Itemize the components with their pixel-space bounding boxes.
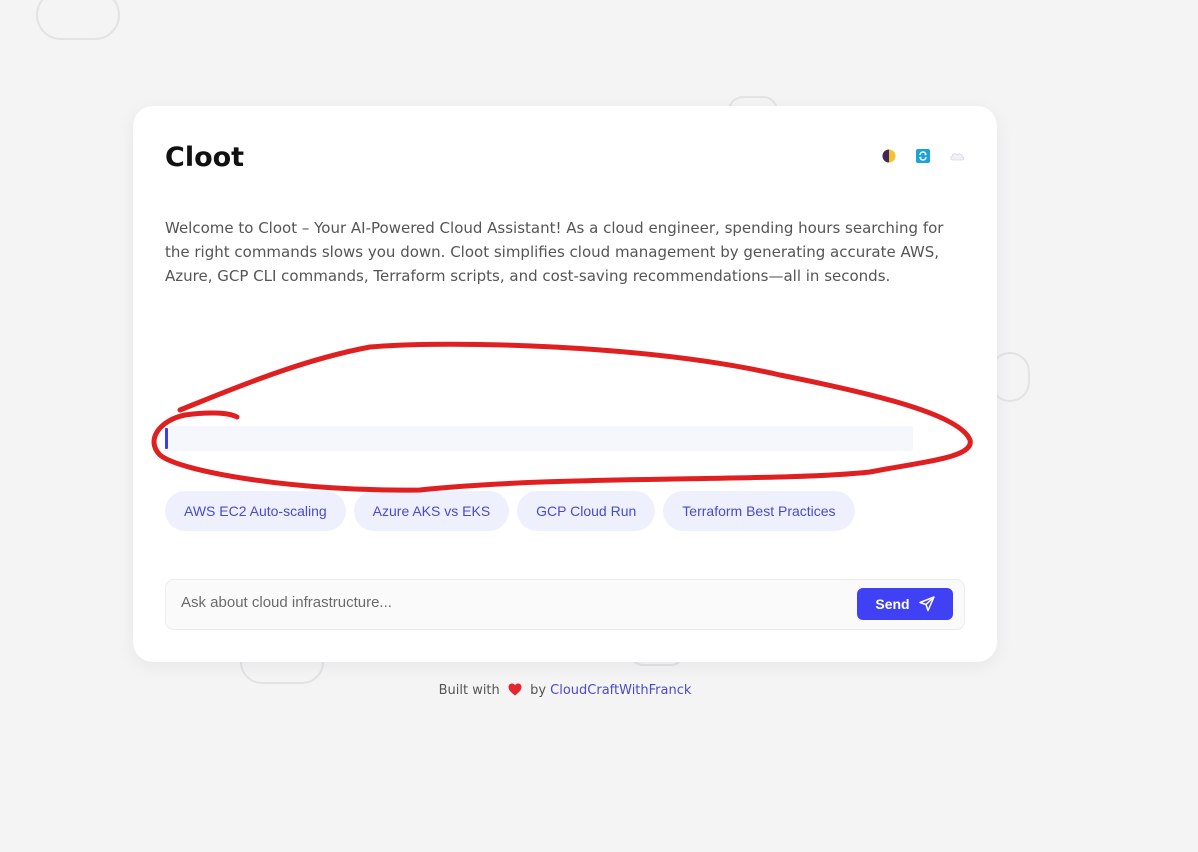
message-input-bar: Send — [165, 579, 965, 630]
send-icon — [918, 596, 935, 612]
chat-card: Cloot Welcome to Cloot – Your AI-Powered… — [133, 106, 997, 662]
welcome-description: Welcome to Cloot – Your AI-Powered Cloud… — [165, 219, 944, 285]
typing-indicator — [165, 428, 168, 449]
suggestion-chip-aws-ec2[interactable]: AWS EC2 Auto-scaling — [165, 491, 346, 531]
header-icons — [881, 148, 965, 164]
refresh-icon[interactable] — [915, 148, 931, 164]
footer: Built with by CloudCraftWithFranck — [0, 683, 1130, 700]
heart-icon — [508, 683, 522, 700]
cloud-icon[interactable] — [949, 148, 965, 164]
footer-author-link[interactable]: CloudCraftWithFranck — [550, 683, 691, 698]
chat-messages-area — [165, 426, 913, 451]
send-button[interactable]: Send — [857, 588, 953, 620]
suggestion-chips: AWS EC2 Auto-scaling Azure AKS vs EKS GC… — [165, 491, 855, 531]
background-cloud-shape — [36, 0, 120, 40]
theme-toggle-icon[interactable] — [881, 148, 897, 164]
footer-middle: by — [530, 683, 547, 698]
app-title: Cloot — [165, 142, 245, 173]
suggestion-chip-terraform[interactable]: Terraform Best Practices — [663, 491, 855, 531]
footer-prefix: Built with — [438, 683, 500, 698]
suggestion-chip-gcp-cloud-run[interactable]: GCP Cloud Run — [517, 491, 656, 531]
send-button-label: Send — [875, 596, 910, 612]
message-input[interactable] — [181, 594, 841, 611]
suggestion-chip-azure-aks[interactable]: Azure AKS vs EKS — [353, 491, 510, 531]
